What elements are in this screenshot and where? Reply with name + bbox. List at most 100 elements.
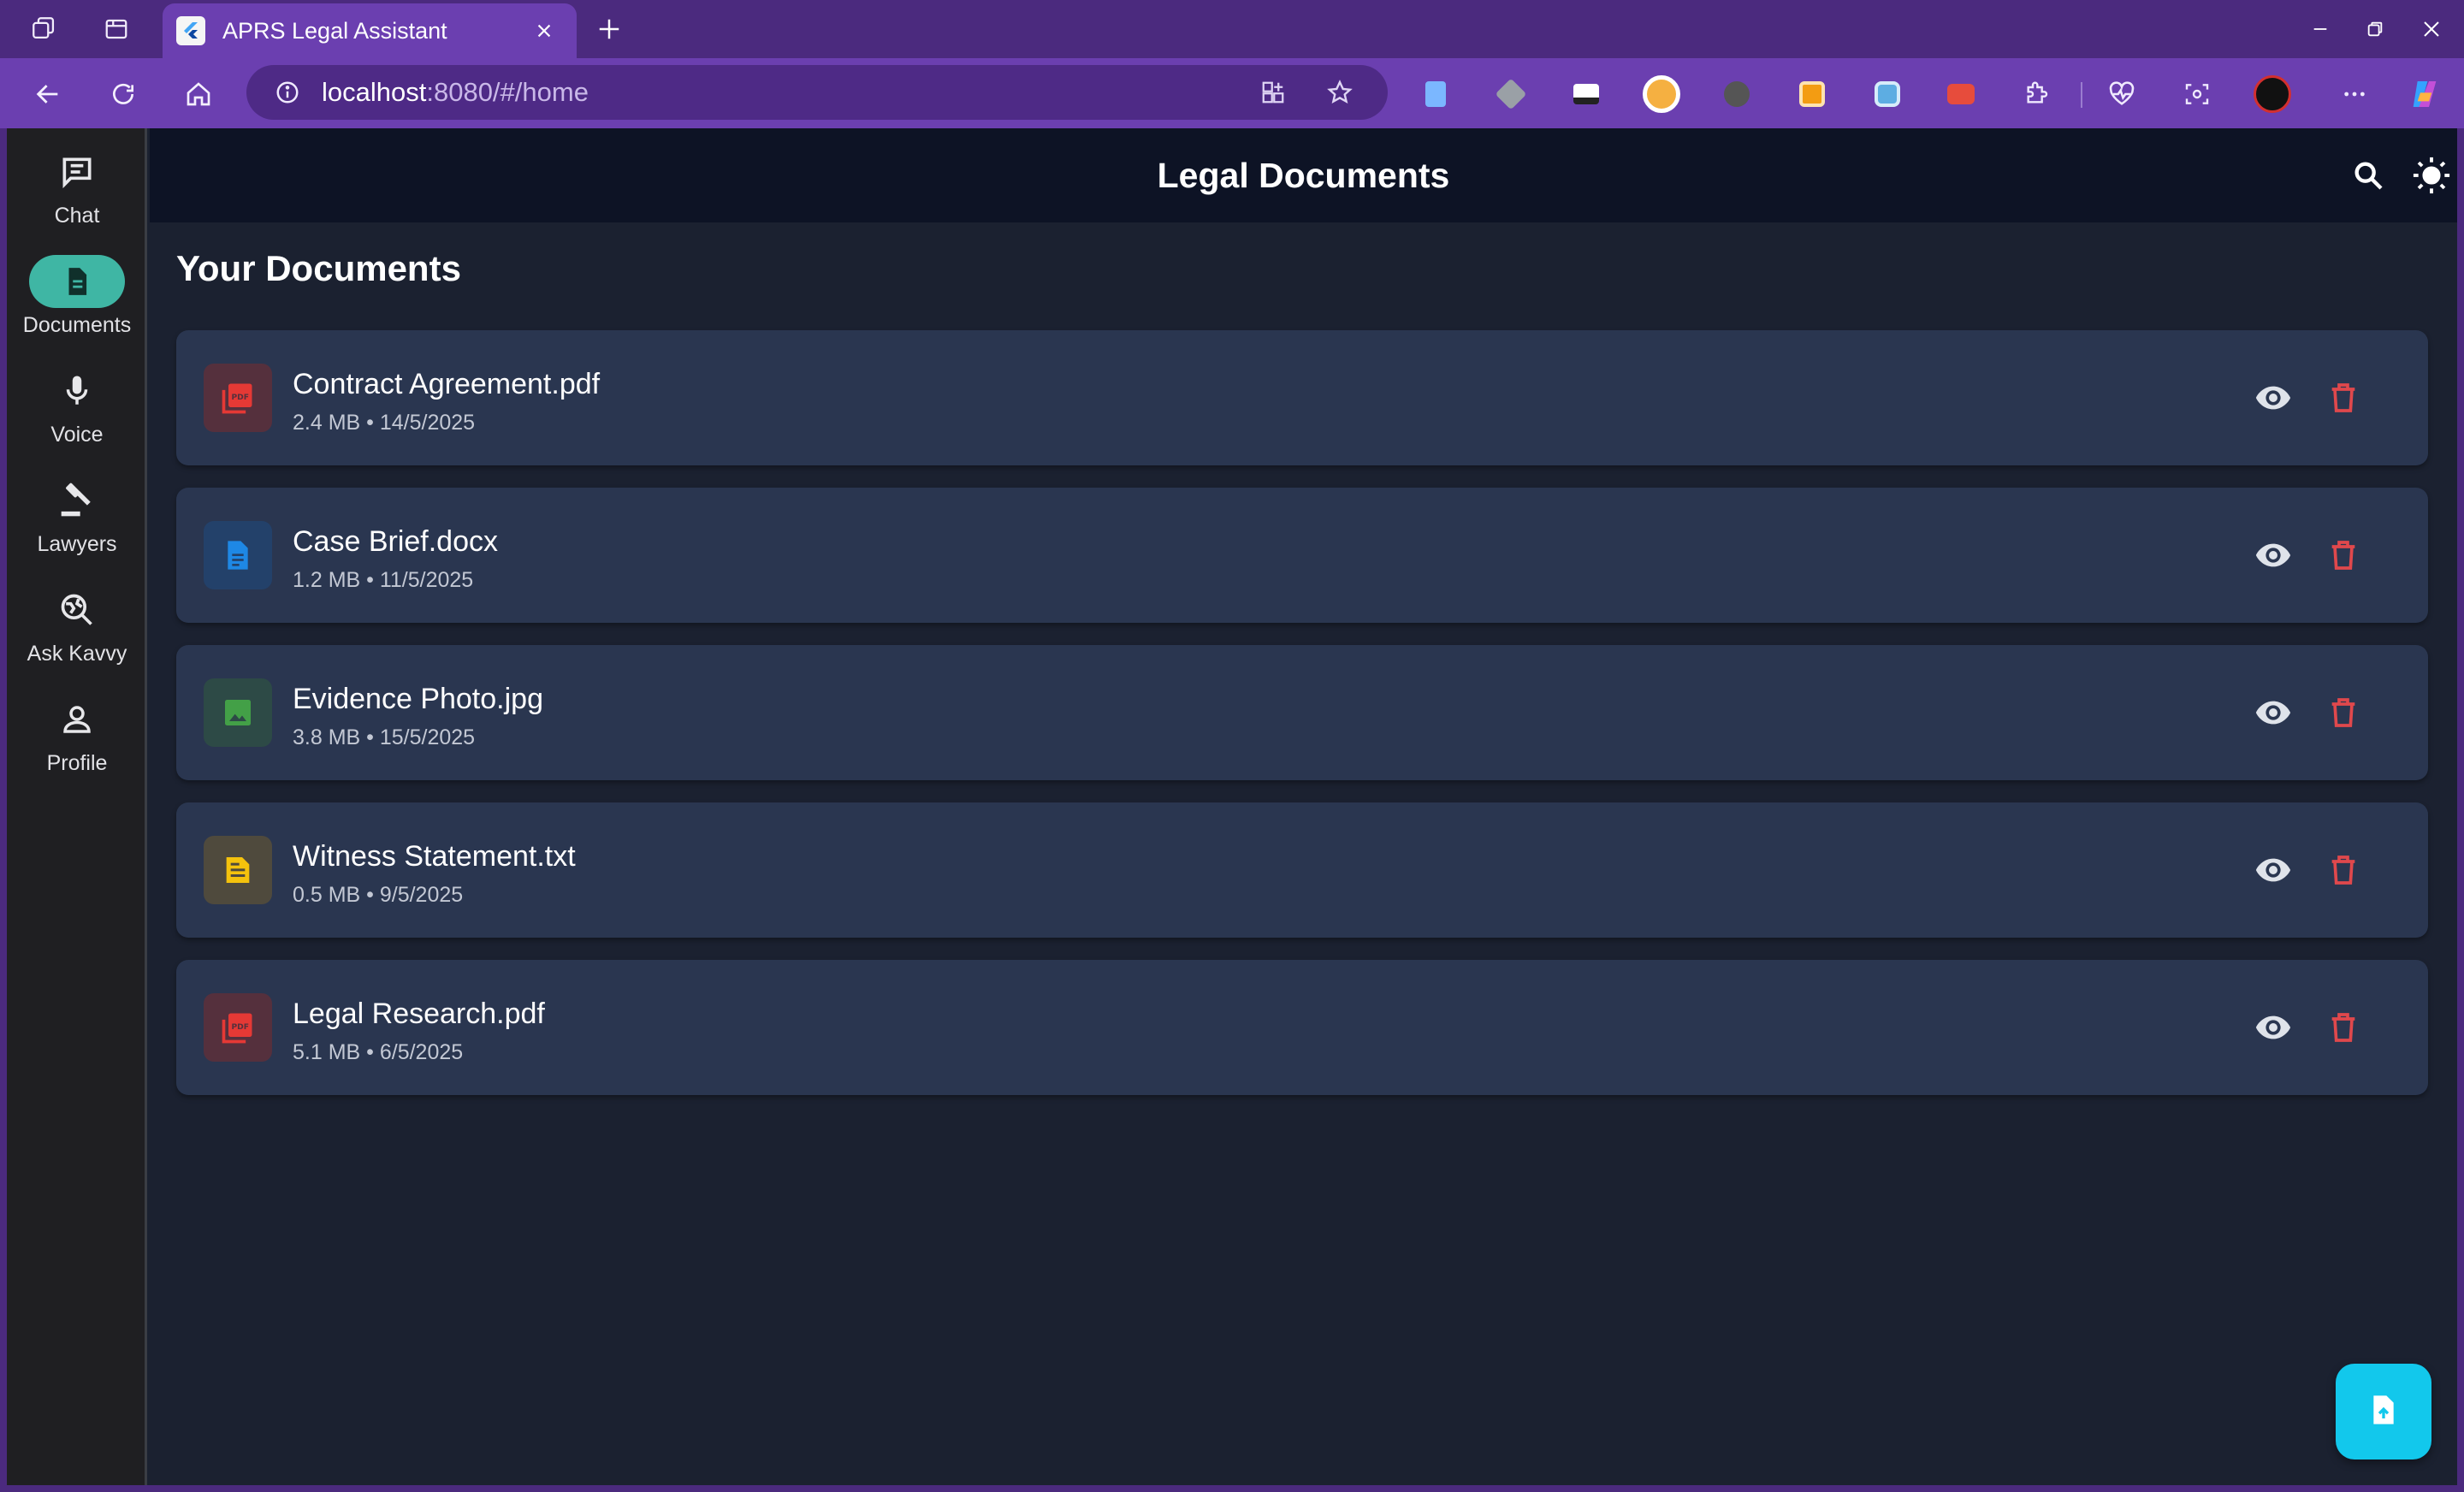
site-info-icon[interactable] [272, 77, 303, 108]
svg-text:PDF: PDF [231, 393, 249, 402]
document-meta: 1.2 MB • 11/5/2025 [293, 568, 474, 592]
text-file-icon [204, 836, 272, 904]
extension-3-icon[interactable] [1567, 75, 1605, 113]
nav-item-documents[interactable]: Documents [7, 255, 147, 349]
document-list: PDF Contract Agreement.pdf 2.4 MB • 14/5… [176, 330, 2428, 1117]
url-host: localhost [322, 77, 427, 107]
delete-trash-icon[interactable] [2320, 1004, 2366, 1051]
view-eye-icon[interactable] [2250, 1004, 2296, 1051]
extension-3-badge [1573, 84, 1599, 104]
extension-8-badge [1947, 84, 1975, 104]
url-path: :8080/#/home [426, 77, 589, 107]
nav-item-chat[interactable]: Chat [7, 145, 147, 240]
delete-trash-icon[interactable] [2320, 847, 2366, 893]
profile-avatar-badge [2254, 75, 2291, 113]
document-meta: 2.4 MB • 14/5/2025 [293, 411, 476, 435]
document-icon [29, 255, 125, 308]
svg-text:PDF: PDF [231, 1022, 249, 1032]
profile-avatar-icon[interactable] [2254, 75, 2291, 113]
delete-trash-icon[interactable] [2320, 690, 2366, 736]
document-name: Evidence Photo.jpg [293, 683, 543, 715]
pdf-file-icon: PDF [204, 364, 272, 432]
app-header: Legal Documents [150, 128, 2457, 222]
document-name: Legal Research.pdf [293, 998, 545, 1030]
workspaces-icon[interactable] [27, 12, 62, 46]
extension-1-icon[interactable] [1417, 75, 1454, 113]
search-icon[interactable] [2345, 152, 2391, 198]
microphone-icon [29, 364, 125, 417]
page-title: Legal Documents [1157, 156, 1450, 195]
copilot-icon[interactable] [2406, 75, 2443, 113]
nav-item-lawyers[interactable]: Lawyers [7, 474, 147, 568]
nav-label-ask-kavvy: Ask Kavvy [27, 642, 127, 666]
more-menu-icon[interactable] [2336, 75, 2373, 113]
tab-title: APRS Legal Assistant [222, 17, 447, 44]
extension-5-icon[interactable] [1718, 75, 1756, 113]
close-tab-icon[interactable] [527, 14, 561, 48]
view-eye-icon[interactable] [2250, 532, 2296, 578]
close-window-icon[interactable] [2414, 12, 2449, 46]
delete-trash-icon[interactable] [2320, 532, 2366, 578]
theme-toggle-sun-icon[interactable] [2408, 152, 2455, 198]
nav-label-voice: Voice [50, 423, 104, 447]
document-card[interactable]: PDF Contract Agreement.pdf 2.4 MB • 14/5… [176, 330, 2428, 465]
favorite-star-icon[interactable] [1321, 74, 1359, 111]
app-available-icon[interactable] [1254, 74, 1292, 111]
browser-tab-active[interactable]: APRS Legal Assistant [163, 3, 577, 58]
screenshot-icon[interactable] [2178, 75, 2216, 113]
minimize-icon[interactable] [2303, 12, 2337, 46]
nav-label-documents: Documents [22, 313, 132, 337]
view-eye-icon[interactable] [2250, 690, 2296, 736]
browser-toolbar: localhost:8080/#/home [0, 58, 2464, 128]
tab-actions-icon[interactable] [99, 12, 133, 46]
document-card[interactable]: Evidence Photo.jpg 3.8 MB • 15/5/2025 [176, 645, 2428, 780]
flutter-favicon-icon [176, 16, 205, 45]
image-file-icon [204, 678, 272, 747]
app-window: Chat Documents Voice Lawyers Ask Kavvy P… [7, 128, 2457, 1485]
pdf-file-icon: PDF [204, 993, 272, 1062]
document-meta: 3.8 MB • 15/5/2025 [293, 725, 476, 749]
extension-2-badge [1495, 78, 1527, 110]
address-bar[interactable]: localhost:8080/#/home [246, 65, 1388, 120]
nav-item-voice[interactable]: Voice [7, 364, 147, 459]
section-title: Your Documents [176, 248, 461, 288]
upload-document-button[interactable] [2336, 1364, 2431, 1459]
toolbar-separator [2081, 82, 2082, 108]
browser-tabbar: APRS Legal Assistant [0, 0, 2464, 58]
extension-6-icon[interactable] [1793, 75, 1831, 113]
delete-trash-icon[interactable] [2320, 375, 2366, 421]
view-eye-icon[interactable] [2250, 847, 2296, 893]
gavel-icon [29, 474, 125, 527]
document-card[interactable]: Case Brief.docx 1.2 MB • 11/5/2025 [176, 488, 2428, 623]
extension-2-icon[interactable] [1492, 75, 1530, 113]
new-tab-icon[interactable] [592, 12, 626, 46]
extension-7-icon[interactable] [1869, 75, 1906, 113]
extension-8-icon[interactable] [1942, 75, 1980, 113]
document-meta: 0.5 MB • 9/5/2025 [293, 883, 464, 907]
document-card[interactable]: Witness Statement.txt 0.5 MB • 9/5/2025 [176, 802, 2428, 938]
home-icon[interactable] [180, 75, 217, 113]
document-meta: 5.1 MB • 6/5/2025 [293, 1040, 464, 1064]
extensions-puzzle-icon[interactable] [2017, 75, 2055, 113]
url-text[interactable]: localhost:8080/#/home [322, 77, 1254, 108]
nav-item-profile[interactable]: Profile [7, 693, 147, 787]
document-name: Contract Agreement.pdf [293, 368, 601, 400]
nav-label-chat: Chat [54, 204, 100, 228]
document-card[interactable]: PDF Legal Research.pdf 5.1 MB • 6/5/2025 [176, 960, 2428, 1095]
extension-4-icon[interactable] [1643, 75, 1680, 113]
search-globe-icon [29, 583, 125, 636]
extension-1-badge [1425, 81, 1446, 107]
document-name: Witness Statement.txt [293, 840, 576, 873]
chat-icon [29, 145, 125, 198]
extension-7-badge [1875, 81, 1900, 107]
heartbeat-icon[interactable] [2103, 75, 2141, 113]
back-icon[interactable] [29, 75, 67, 113]
docx-file-icon [204, 521, 272, 589]
view-eye-icon[interactable] [2250, 375, 2296, 421]
extension-6-badge [1799, 81, 1825, 107]
person-icon [29, 693, 125, 746]
nav-item-ask-kavvy[interactable]: Ask Kavvy [7, 583, 147, 678]
extension-4-badge [1643, 75, 1680, 113]
restore-icon[interactable] [2358, 12, 2392, 46]
reload-icon[interactable] [104, 75, 142, 113]
